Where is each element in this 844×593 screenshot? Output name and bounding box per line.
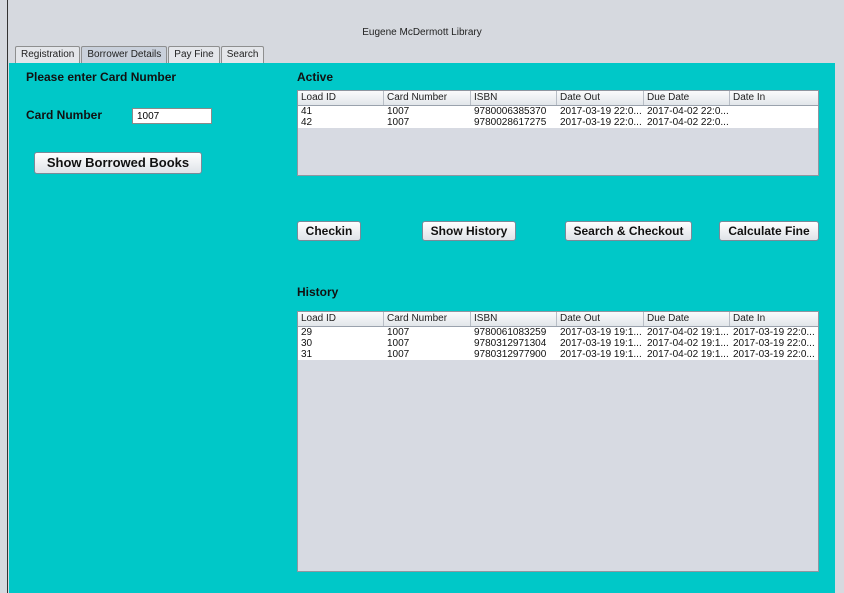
col-isbn[interactable]: ISBN	[471, 91, 557, 105]
active-heading: Active	[297, 70, 334, 84]
cell-date-in	[730, 117, 818, 128]
cell-isbn: 9780312977900	[474, 349, 547, 360]
cell-due-date: 2017-04-02 22:0...	[647, 117, 729, 128]
active-loans-table[interactable]: Load ID Card Number ISBN Date Out Due Da…	[297, 90, 819, 176]
cell-load-id: 42	[301, 117, 313, 128]
cell-load-id: 30	[301, 338, 313, 349]
card-number-label: Card Number	[26, 108, 103, 122]
search-checkout-button[interactable]: Search & Checkout	[565, 221, 692, 241]
cell-load-id: 31	[301, 349, 313, 360]
cell-due-date: 2017-04-02 19:1...	[647, 349, 729, 360]
col-isbn[interactable]: ISBN	[471, 312, 557, 326]
tab-registration[interactable]: Registration	[15, 46, 81, 64]
cell-card-number: 1007	[387, 327, 410, 338]
cell-date-in	[730, 106, 818, 117]
borrower-details-panel: Please enter Card Number Card Number 100…	[9, 63, 835, 593]
cell-card-number: 1007	[387, 338, 410, 349]
cell-isbn: 9780028617275	[474, 117, 547, 128]
cell-due-date: 2017-04-02 19:1...	[647, 327, 729, 338]
col-load-id[interactable]: Load ID	[298, 312, 384, 326]
cell-due-date: 2017-04-02 22:0...	[647, 106, 729, 117]
active-table-header: Load ID Card Number ISBN Date Out Due Da…	[298, 91, 818, 106]
cell-card-number: 1007	[387, 106, 410, 117]
tab-borrower-details[interactable]: Borrower Details	[81, 46, 168, 64]
cell-date-out: 2017-03-19 19:1...	[560, 338, 642, 349]
tab-search[interactable]: Search	[220, 46, 265, 64]
cell-date-out: 2017-03-19 22:0...	[560, 117, 642, 128]
table-row[interactable]: 30 1007 9780312971304 2017-03-19 19:1...…	[298, 338, 818, 349]
table-row[interactable]: 29 1007 9780061083259 2017-03-19 19:1...…	[298, 327, 818, 338]
cell-date-in: 2017-03-19 22:0...	[733, 327, 815, 338]
history-heading: History	[297, 285, 339, 299]
cell-date-out: 2017-03-19 19:1...	[560, 349, 642, 360]
table-row[interactable]: 42 1007 9780028617275 2017-03-19 22:0...…	[298, 117, 818, 128]
col-card-number[interactable]: Card Number	[384, 312, 471, 326]
cell-load-id: 41	[301, 106, 313, 117]
col-date-in[interactable]: Date In	[730, 91, 818, 105]
window-title: Eugene McDermott Library	[362, 27, 482, 38]
window-border	[7, 0, 8, 593]
checkin-button[interactable]: Checkin	[297, 221, 361, 241]
show-history-button[interactable]: Show History	[422, 221, 516, 241]
col-date-in[interactable]: Date In	[730, 312, 818, 326]
table-row[interactable]: 31 1007 9780312977900 2017-03-19 19:1...…	[298, 349, 818, 360]
cell-date-in: 2017-03-19 22:0...	[733, 338, 815, 349]
col-due-date[interactable]: Due Date	[644, 91, 730, 105]
col-due-date[interactable]: Due Date	[644, 312, 730, 326]
cell-card-number: 1007	[387, 349, 410, 360]
cell-due-date: 2017-04-02 19:1...	[647, 338, 729, 349]
tab-bar: Registration Borrower Details Pay Fine S…	[15, 46, 265, 64]
app-window: Eugene McDermott Library Registration Bo…	[0, 0, 844, 593]
cell-isbn: 9780006385370	[474, 106, 547, 117]
col-date-out[interactable]: Date Out	[557, 91, 644, 105]
card-number-heading: Please enter Card Number	[26, 70, 177, 84]
cell-card-number: 1007	[387, 117, 410, 128]
col-load-id[interactable]: Load ID	[298, 91, 384, 105]
table-row[interactable]: 41 1007 9780006385370 2017-03-19 22:0...…	[298, 106, 818, 117]
cell-isbn: 9780061083259	[474, 327, 547, 338]
col-card-number[interactable]: Card Number	[384, 91, 471, 105]
cell-isbn: 9780312971304	[474, 338, 547, 349]
cell-date-out: 2017-03-19 22:0...	[560, 106, 642, 117]
cell-load-id: 29	[301, 327, 313, 338]
col-date-out[interactable]: Date Out	[557, 312, 644, 326]
cell-date-out: 2017-03-19 19:1...	[560, 327, 642, 338]
show-borrowed-books-button[interactable]: Show Borrowed Books	[34, 152, 202, 174]
history-table-header: Load ID Card Number ISBN Date Out Due Da…	[298, 312, 818, 327]
tab-pay-fine[interactable]: Pay Fine	[168, 46, 220, 64]
card-number-input[interactable]: 1007	[132, 108, 212, 124]
cell-date-in: 2017-03-19 22:0...	[733, 349, 815, 360]
history-table[interactable]: Load ID Card Number ISBN Date Out Due Da…	[297, 311, 819, 572]
calculate-fine-button[interactable]: Calculate Fine	[719, 221, 819, 241]
